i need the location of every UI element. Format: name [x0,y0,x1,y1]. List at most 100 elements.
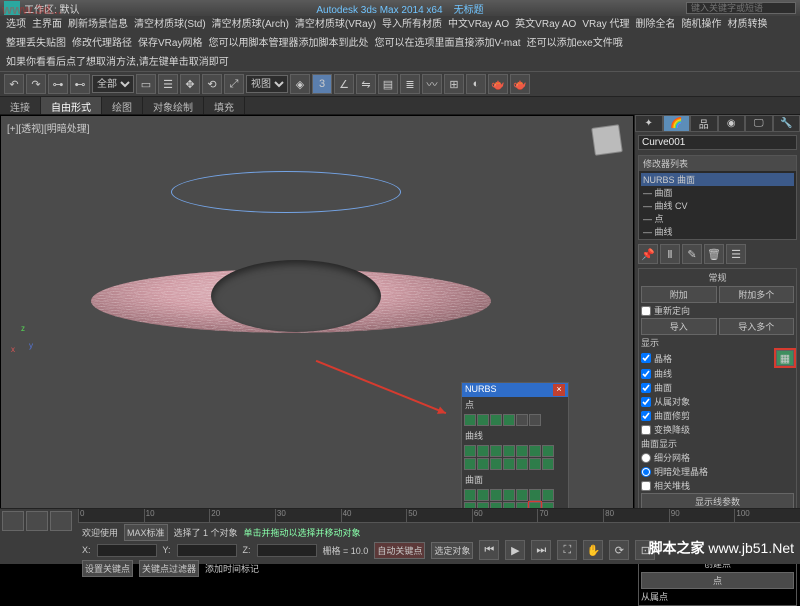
nurbs-tool-btn[interactable] [542,489,554,501]
make-unique-icon[interactable]: ✎ [682,244,702,264]
rotate-icon[interactable]: ⟲ [202,74,222,94]
utilities-tab-icon[interactable]: 🔧 [773,115,800,132]
nurbs-tool-btn[interactable] [516,489,528,501]
menu-item[interactable]: 刷新场景信息 [68,18,128,31]
nurbs-tool-btn[interactable] [464,414,476,426]
pin-stack-icon[interactable]: 📌 [638,244,658,264]
layers-icon[interactable]: ≣ [400,74,420,94]
unlink-icon[interactable]: ⊷ [70,74,90,94]
torus-object[interactable] [91,216,491,416]
play-prev-icon[interactable]: ⏮ [479,540,499,560]
menu-item[interactable]: 删除全名 [636,18,676,31]
select-name-icon[interactable]: ☰ [158,74,178,94]
remove-modifier-icon[interactable]: 🗑 [704,244,724,264]
nurbs-tool-btn[interactable] [516,458,528,470]
render-icon[interactable]: 🫖 [510,74,530,94]
nurbs-tool-btn[interactable] [490,445,502,457]
snap-toggle-icon[interactable]: 3 [312,74,332,94]
curves-checkbox[interactable] [641,369,651,379]
nurbs-tool-btn[interactable] [503,458,515,470]
viewport-label[interactable]: [+][透视][明暗处理] [7,120,90,135]
close-icon[interactable]: × [553,384,565,396]
stack-item[interactable]: — 曲线 CV [641,199,794,212]
menu-item[interactable]: 导入所有材质 [382,18,442,31]
x-input[interactable] [97,544,157,557]
menu-item[interactable]: 英文VRay AO [515,18,576,31]
rollout-general[interactable]: 常规 [641,271,794,284]
material-editor-icon[interactable]: ◐ [466,74,486,94]
y-input[interactable] [177,544,237,557]
ref-coord-system[interactable]: 视图 [246,75,288,93]
object-name-field[interactable]: Curve001 [638,135,797,150]
nurbs-tool-btn[interactable] [490,414,502,426]
pivot-icon[interactable]: ◈ [290,74,310,94]
schematic-icon[interactable]: ⊞ [444,74,464,94]
move-icon[interactable]: ✥ [180,74,200,94]
modifier-list-dropdown[interactable]: 修改器列表 [639,156,796,171]
viewport-perspective[interactable]: [+][透视][明暗处理] x z y NURBS × 点 [0,115,634,525]
max-std-button[interactable]: MAX标准 [124,524,168,541]
mirror-icon[interactable]: ⇋ [356,74,376,94]
menu-item[interactable]: 随机操作 [682,18,722,31]
menu-item[interactable]: 清空材质球(Arch) [212,18,289,31]
help-search-input[interactable] [686,2,796,14]
orbit-icon[interactable]: ⟳ [609,540,629,560]
curve-editor-icon[interactable]: 〰 [422,74,442,94]
selection-filter[interactable]: 全部 [92,75,134,93]
nurbs-tool-btn[interactable] [542,458,554,470]
stack-item[interactable]: — 曲线 [641,225,794,238]
stack-item[interactable]: NURBS 曲面 [641,173,794,186]
key-filters-button[interactable]: 关键点过滤器 [139,560,199,577]
set-key-button[interactable]: 设置关键点 [82,560,133,577]
zoom-extents-icon[interactable]: ⛶ [557,540,577,560]
link-icon[interactable]: ⊶ [48,74,68,94]
nurbs-tool-btn[interactable] [490,458,502,470]
nurbs-tool-btn[interactable] [464,445,476,457]
lattice-checkbox[interactable] [641,353,651,363]
tab-populate[interactable]: 填充 [204,97,245,114]
scale-icon[interactable]: ⤢ [224,74,244,94]
time-slider[interactable]: 0102030405060708090100 [78,509,800,523]
create-tab-icon[interactable]: ✦ [635,115,663,132]
nurbs-tool-btn[interactable] [503,445,515,457]
nurbs-tool-btn[interactable] [516,414,528,426]
z-input[interactable] [257,544,317,557]
menu-item[interactable]: 您可以在选项里面直接添加V-mat [374,37,520,50]
modifier-stack[interactable]: NURBS 曲面 — 曲面 — 曲线 CV — 点 — 曲线 [639,171,796,239]
nurbs-tool-btn[interactable] [529,458,541,470]
menu-item[interactable]: VRay 代理 [582,18,629,31]
menu-item[interactable]: 中文VRay AO [448,18,509,31]
hierarchy-tab-icon[interactable]: 品 [690,115,718,132]
time-config-icon[interactable] [2,511,24,531]
configure-sets-icon[interactable]: ☰ [726,244,746,264]
surfaces-checkbox[interactable] [641,383,651,393]
tab-object-paint[interactable]: 对象绘制 [143,97,204,114]
import-button[interactable]: 导入 [641,318,717,335]
show-end-result-icon[interactable]: Ⅱ [660,244,680,264]
nurbs-tool-btn[interactable] [477,414,489,426]
nurbs-tool-btn[interactable] [464,489,476,501]
nurbs-tool-btn[interactable] [529,414,541,426]
menu-item[interactable]: 您可以用脚本管理器添加脚本到此处 [208,37,368,50]
relstack-checkbox[interactable] [641,481,651,491]
nurbs-tool-btn[interactable] [464,458,476,470]
tess-mesh-radio[interactable] [641,453,651,463]
menu-item[interactable]: 材质转换 [728,18,768,31]
nurbs-tool-btn[interactable] [477,458,489,470]
display-tab-icon[interactable]: 🖵 [745,115,773,132]
tab-connect[interactable]: 连接 [0,97,41,114]
tab-draw[interactable]: 绘图 [102,97,143,114]
shaded-lattice-radio[interactable] [641,467,651,477]
menu-item[interactable]: 还可以添加exe文件哦 [527,37,623,50]
select-icon[interactable]: ▭ [136,74,156,94]
reorient-checkbox[interactable] [641,306,651,316]
attach-multi-button[interactable]: 附加多个 [719,286,795,303]
modify-tab-icon[interactable]: 🌈 [663,115,691,132]
menu-item[interactable]: 整理丢失贴图 [6,37,66,50]
menu-item[interactable]: 清空材质球(VRay) [295,18,376,31]
key-mode-icon[interactable] [26,511,48,531]
stack-item[interactable]: — 曲面 [641,186,794,199]
nurbs-tool-btn[interactable] [490,489,502,501]
motion-tab-icon[interactable]: ◉ [718,115,746,132]
menu-item[interactable]: 清空材质球(Std) [134,18,206,31]
